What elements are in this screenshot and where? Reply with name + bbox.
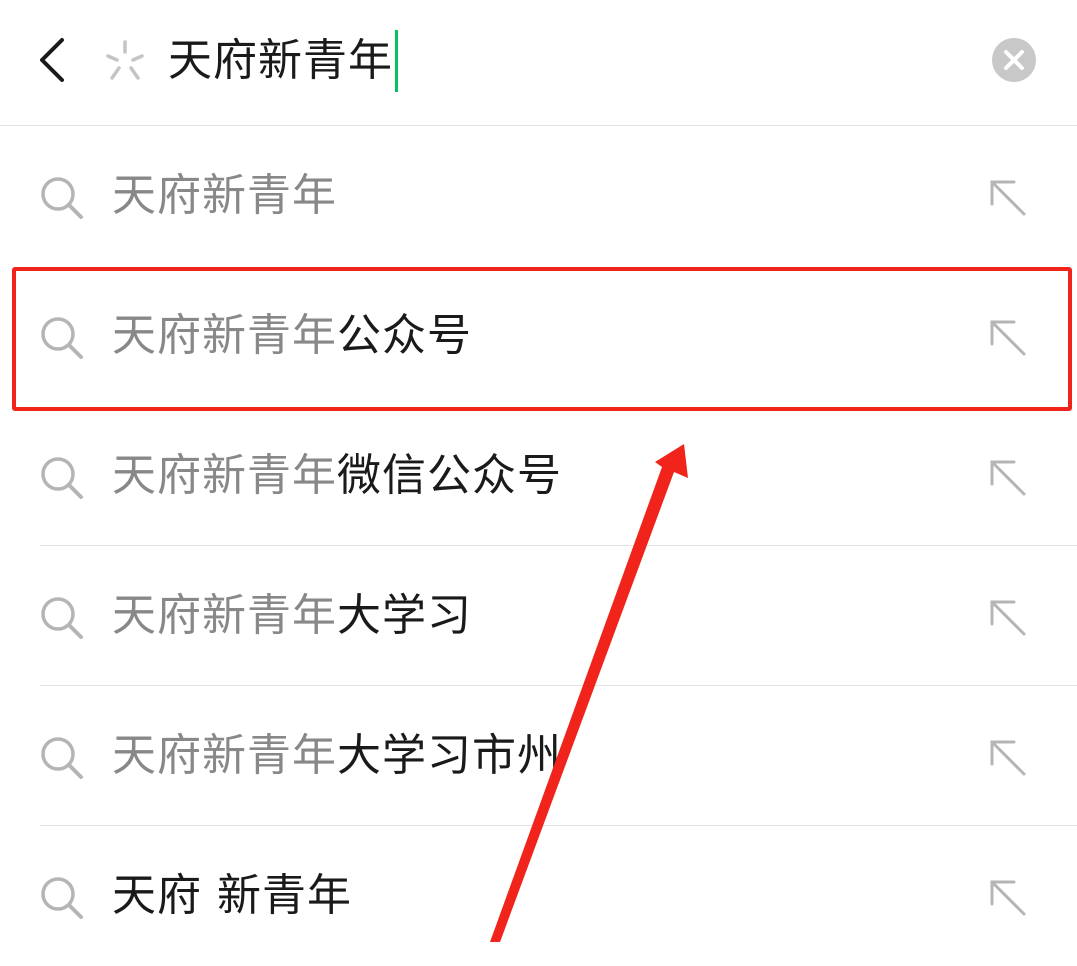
text-caret	[395, 30, 398, 92]
suggestion-item[interactable]: 天府新青年微信公众号	[0, 406, 1077, 546]
arrow-up-left-icon[interactable]	[984, 314, 1030, 360]
search-icon	[41, 737, 83, 779]
suggestion-rest-text: 大学习	[337, 590, 472, 641]
suggestion-text: 天府新青年大学习市州	[112, 724, 562, 788]
suggestion-item[interactable]: 天府新青年大学习	[0, 546, 1077, 686]
search-icon	[41, 317, 83, 359]
suggestion-text: 天府新青年大学习	[112, 584, 472, 648]
suggestion-text: 天府新青年公众号	[112, 304, 472, 368]
search-input[interactable]: 天府新青年	[168, 28, 398, 94]
arrow-up-left-icon[interactable]	[984, 874, 1030, 920]
suggestion-rest-text: 微信公众号	[337, 450, 562, 501]
suggestion-item[interactable]: 天府 新青年	[0, 826, 1077, 966]
suggestion-rest-text: 天府 新青年	[112, 870, 352, 921]
arrow-up-left-icon[interactable]	[984, 594, 1030, 640]
suggestion-item[interactable]: 天府新青年	[0, 126, 1077, 266]
suggestion-list: 天府新青年 天府新青年公众号 天府新青年微信公众号 天府新青年大学习 天府新青年…	[0, 126, 1077, 966]
arrow-up-left-icon[interactable]	[984, 734, 1030, 780]
suggestion-rest-text: 公众号	[337, 310, 472, 361]
arrow-up-left-icon[interactable]	[984, 454, 1030, 500]
suggestion-match-text: 天府新青年	[112, 450, 337, 501]
arrow-up-left-icon[interactable]	[984, 174, 1030, 220]
clear-circle-icon[interactable]	[992, 38, 1036, 82]
chevron-left-icon[interactable]	[28, 30, 78, 90]
suggestion-match-text: 天府新青年	[112, 730, 337, 781]
loading-spinner-icon	[106, 40, 144, 80]
search-icon	[41, 597, 83, 639]
suggestion-match-text: 天府新青年	[112, 590, 337, 641]
suggestion-item[interactable]: 天府新青年公众号	[0, 266, 1077, 406]
suggestion-rest-text: 大学习市州	[337, 730, 562, 781]
suggestion-item[interactable]: 天府新青年大学习市州	[0, 686, 1077, 826]
suggestion-text: 天府新青年微信公众号	[112, 444, 562, 508]
search-query-text: 天府新青年	[168, 35, 393, 86]
search-bar: 天府新青年	[0, 0, 1077, 126]
suggestion-match-text: 天府新青年	[112, 310, 337, 361]
search-icon	[41, 877, 83, 919]
search-icon	[41, 177, 83, 219]
suggestion-text: 天府新青年	[112, 164, 337, 228]
suggestion-match-text: 天府新青年	[112, 170, 337, 221]
suggestion-text: 天府 新青年	[112, 864, 352, 928]
search-icon	[41, 457, 83, 499]
